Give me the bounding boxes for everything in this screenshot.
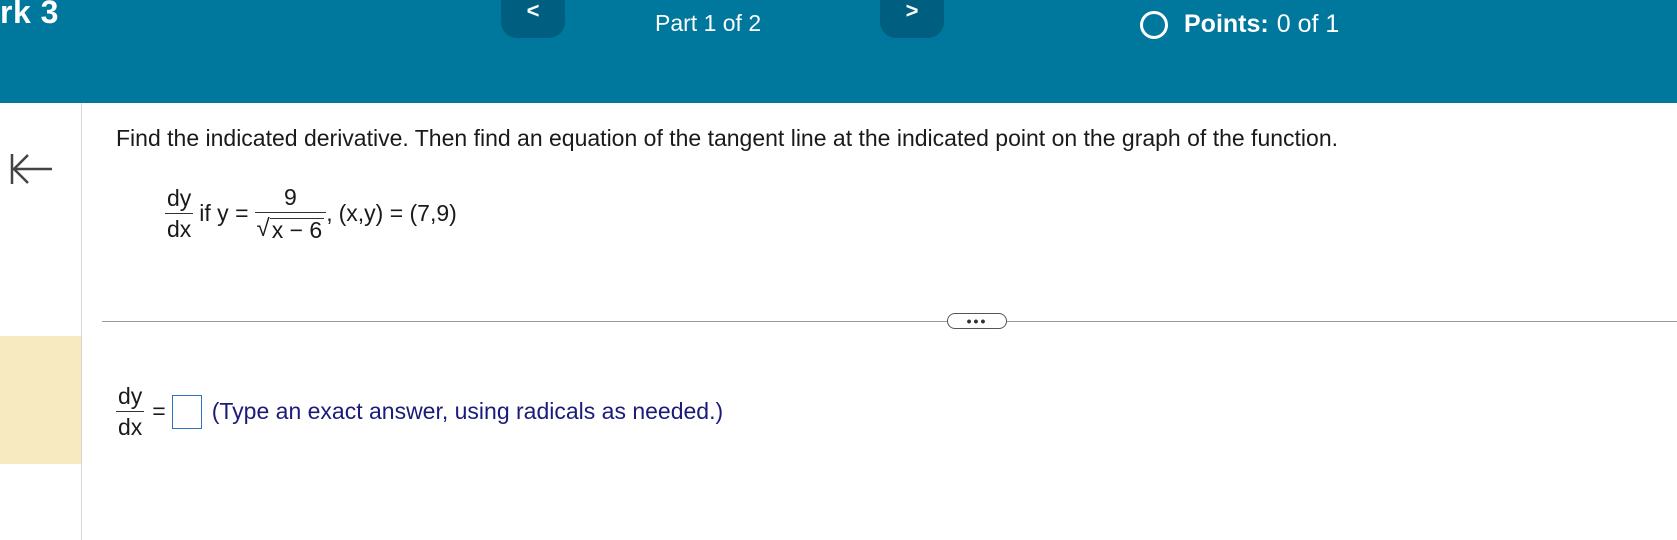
next-part-button[interactable]: > (880, 0, 944, 38)
sidebar-highlight (0, 336, 81, 464)
comma: , (326, 199, 333, 226)
answer-hint: (Type an exact answer, using radicals as… (211, 398, 724, 424)
ellipsis-icon: ••• (966, 313, 988, 329)
chevron-right-icon: > (905, 0, 919, 23)
derivative-fraction: dy dx (165, 184, 194, 241)
points-status: Points: 0 of 1 (1140, 10, 1339, 39)
progress-circle-icon (1140, 10, 1168, 39)
question-instruction: Find the indicated derivative. Then find… (116, 125, 1338, 151)
point-text: (x,y) = (7,9) (338, 199, 457, 226)
answer-row: dy dx = (Type an exact answer, using rad… (116, 384, 723, 439)
answer-lhs-numerator: dy (118, 383, 143, 409)
problem-expression: dy dx if y = 9 √ x − 6 , (x,y) = (7,9) (165, 184, 463, 243)
equals-sign: = (152, 398, 166, 424)
chevron-left-icon: < (526, 0, 540, 23)
function-numerator: 9 (283, 184, 297, 210)
collapse-left-icon (10, 154, 52, 184)
header-bar: rk 3 < Part 1 of 2 > Points: 0 of 1 (0, 0, 1677, 103)
previous-part-button[interactable]: < (501, 0, 565, 38)
section-divider (102, 321, 1677, 322)
part-indicator: Part 1 of 2 (655, 10, 762, 36)
expand-more-button[interactable]: ••• (947, 313, 1007, 329)
answer-input[interactable] (171, 394, 202, 429)
function-denominator: √ x − 6 (254, 212, 327, 243)
collapse-sidebar-button[interactable] (8, 148, 54, 190)
points-value: 0 of 1 (1276, 10, 1340, 38)
points-label: Points: (1184, 10, 1269, 38)
derivative-numerator: dy (167, 184, 192, 211)
radical-icon: √ (256, 215, 270, 242)
derivative-denominator: dx (165, 212, 194, 241)
radicand: x − 6 (269, 217, 325, 243)
answer-lhs-fraction: dy dx (116, 383, 145, 439)
square-root: √ x − 6 (256, 215, 325, 243)
if-text: if y = (199, 199, 249, 226)
answer-lhs-denominator: dx (116, 411, 145, 439)
assignment-title: rk 3 (0, 0, 59, 30)
function-fraction: 9 √ x − 6 (254, 184, 327, 243)
